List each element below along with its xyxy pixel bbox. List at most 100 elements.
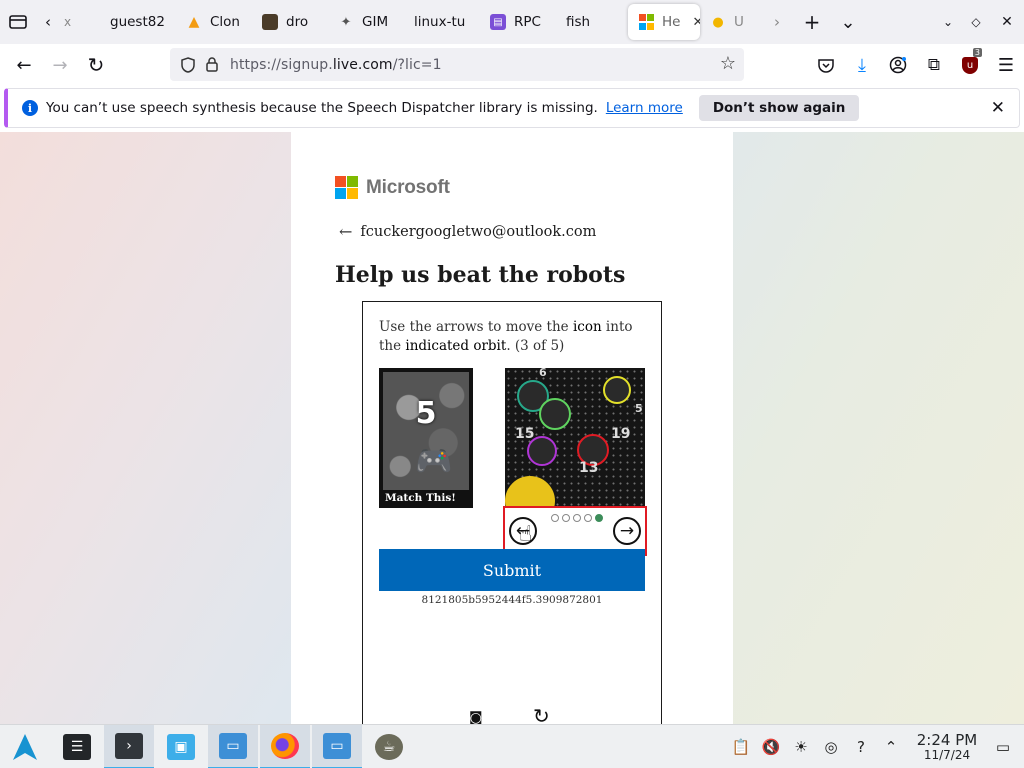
clipboard-icon[interactable]: 📋 [726,732,756,762]
dont-show-again-button[interactable]: Don’t show again [698,95,860,121]
taskbar-dolphin-2[interactable]: ▭ [312,724,362,768]
toolbar-actions: ⤓ ⧉ u 3 ☰ [808,48,1024,81]
plus-icon: + [803,10,821,34]
expand-tray-icon[interactable]: ⌃ [876,732,906,762]
orbit-number-15: 15 [515,426,535,442]
list-all-tabs-button[interactable]: ⌄ [830,4,866,40]
help-icon[interactable]: ? [846,732,876,762]
tab-6-label: linux-tu [414,14,466,30]
tab-active[interactable]: He ✕ [628,4,700,40]
ublock-button[interactable]: u 3 [952,48,988,81]
app-icon: ☕ [375,733,403,760]
clock-date: 11/7/24 [923,748,971,762]
firefox-view-icon [9,15,27,29]
url-suffix: /?lic=1 [392,56,442,73]
account-button[interactable] [880,49,916,81]
taskbar-app[interactable]: ☕ [364,725,414,768]
reload-icon: ↻ [87,53,105,77]
download-icon: ⤓ [858,54,866,76]
close-tab-icon[interactable]: ✕ [692,15,700,30]
reload-button[interactable]: ↻ [78,49,114,81]
tab-10-label: U [734,14,744,30]
minimize-button[interactable]: ⌄ [934,4,962,40]
tab-8-label: fish [566,14,591,30]
tab-8[interactable]: fish [556,4,622,40]
terminal-icon: › [115,732,143,759]
taskbar-dolphin-1[interactable]: ▭ [208,724,258,768]
close-notification-icon[interactable]: ✕ [991,98,1005,118]
instr-icon-word: icon [572,319,602,335]
pocket-button[interactable] [808,49,844,81]
tab-6[interactable]: linux-tu [404,4,480,40]
brightness-icon[interactable]: ☀ [786,732,816,762]
back-button[interactable]: ← [6,49,42,81]
taskbar-terminal[interactable]: › [104,724,154,768]
scroll-tabs-left-button[interactable]: ‹ [36,4,60,40]
tab-2[interactable]: guest82 [100,4,176,40]
lock-icon[interactable] [200,53,224,77]
clock[interactable]: 2:24 PM 11/7/24 [912,732,982,762]
orbit-number-19: 19 [611,426,631,442]
tab-4[interactable]: dro [252,4,328,40]
submit-button[interactable]: Submit [379,549,645,591]
tab-3-label: Clon [210,14,240,30]
tab-10[interactable]: ● U [700,4,760,40]
reload-challenge-icon[interactable]: ↻ [533,704,550,724]
taskbar-system-settings[interactable]: ☰ [52,725,102,768]
pager-dot [551,514,559,522]
ublock-icon: u [962,56,978,74]
bookmark-star-icon[interactable]: ☆ [720,53,736,74]
scroll-tabs-right-button[interactable]: › [760,4,794,40]
forward-button[interactable]: → [42,49,78,81]
close-window-icon: ✕ [1001,14,1013,30]
pocket-icon [818,58,834,73]
instr-text-1: Use the arrows to move the [379,319,573,335]
volume-muted-icon[interactable]: 🔇 [756,732,786,762]
arrow-right-circle-icon: → [619,521,635,541]
email-row: ← fcuckergoogletwo@outlook.com [339,222,596,241]
orbit-icon-yellow [603,376,631,404]
microsoft-squares-icon [335,176,358,199]
puzzle-piece-icon: ⧉ [927,55,941,75]
close-window-button[interactable]: ✕ [990,4,1024,40]
tab-1[interactable]: x [60,4,100,40]
url-bar[interactable]: https://signup.live.com/?lic=1 ☆ [170,48,744,81]
notification-bar: i You can’t use speech synthesis because… [4,88,1020,128]
session-id: 8121805b5952444f5.3909872801 [421,594,603,606]
app-menu-button[interactable]: ☰ [988,49,1024,81]
network-icon[interactable]: ◎ [816,732,846,762]
folder-icon: ▭ [323,732,351,759]
new-tab-button[interactable]: + [794,4,830,40]
maximize-button[interactable]: ◇ [962,4,990,40]
taskbar-firefox[interactable] [260,724,310,768]
application-launcher-button[interactable] [0,725,50,768]
shield-icon[interactable] [176,53,200,77]
instr-orbit-word: indicated orbit [405,338,507,354]
clock-time: 2:24 PM [916,731,978,749]
taskbar-discover[interactable]: ▣ [156,725,206,768]
show-desktop-icon[interactable]: ▭ [988,732,1018,762]
downloads-button[interactable]: ⤓ [844,49,880,81]
audio-challenge-icon[interactable]: ◙ [469,710,483,724]
url-text[interactable]: https://signup.live.com/?lic=1 [230,57,442,73]
image-icon [262,14,278,30]
signup-card: Microsoft ← fcuckergoogletwo@outlook.com… [291,132,733,724]
pager-dot-active [595,514,603,522]
extensions-button[interactable]: ⧉ [916,49,952,81]
back-arrow-icon[interactable]: ← [339,222,352,241]
firefox-view-button[interactable] [0,4,36,40]
chevron-left-icon: ‹ [45,13,51,31]
arrow-left-icon: ← [16,54,32,76]
arch-logo-icon [13,733,37,760]
match-target-number: 5 [415,396,437,431]
tab-4-label: dro [286,14,309,30]
tab-5[interactable]: ✦ GIM [328,4,404,40]
match-target-image: 5 🎮 [383,372,469,490]
pager-dots [551,514,603,522]
tab-3[interactable]: ▲ Clon [176,4,252,40]
tab-7[interactable]: ▤ RPC [480,4,556,40]
page-title: Help us beat the robots [335,262,626,288]
learn-more-link[interactable]: Learn more [606,100,683,116]
next-arrow-button[interactable]: → [613,517,641,545]
orbit-number-5: 5 [635,402,643,415]
